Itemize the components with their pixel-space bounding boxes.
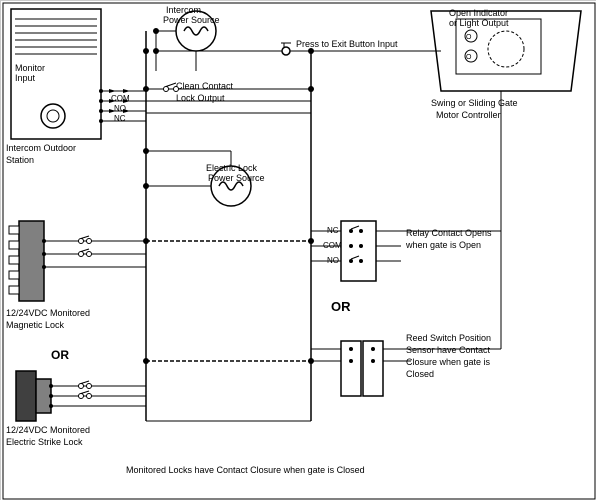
svg-text:OR: OR: [51, 348, 69, 362]
svg-text:Closed: Closed: [406, 369, 434, 379]
svg-text:Reed Switch Position: Reed Switch Position: [406, 333, 491, 343]
svg-text:NC: NC: [114, 114, 126, 123]
svg-text:Input: Input: [15, 73, 36, 83]
svg-text:Power Source: Power Source: [163, 15, 220, 25]
svg-text:or Light Output: or Light Output: [449, 18, 509, 28]
wiring-diagram: Monitor Input Intercom Outdoor Station: [0, 0, 596, 500]
svg-text:Open Indicator: Open Indicator: [449, 8, 508, 18]
svg-text:OR: OR: [331, 299, 351, 314]
svg-text:12/24VDC Monitored: 12/24VDC Monitored: [6, 425, 90, 435]
svg-text:Swing or Sliding Gate: Swing or Sliding Gate: [431, 98, 518, 108]
svg-text:Intercom Outdoor: Intercom Outdoor: [6, 143, 76, 153]
svg-text:Magnetic Lock: Magnetic Lock: [6, 320, 65, 330]
svg-text:Monitored Locks have Contact C: Monitored Locks have Contact Closure whe…: [126, 465, 365, 475]
svg-text:Power Source: Power Source: [208, 173, 265, 183]
svg-text:Electric Lock: Electric Lock: [206, 163, 258, 173]
svg-text:Sensor have Contact: Sensor have Contact: [406, 345, 491, 355]
svg-text:Monitor: Monitor: [15, 63, 45, 73]
svg-text:Press to Exit Button Input: Press to Exit Button Input: [296, 39, 398, 49]
svg-text:NO: NO: [114, 104, 126, 113]
svg-text:when gate is Open: when gate is Open: [405, 240, 481, 250]
svg-text:O: O: [466, 34, 472, 41]
svg-text:COM: COM: [111, 94, 130, 103]
svg-text:Station: Station: [6, 155, 34, 165]
svg-text:Relay Contact Opens: Relay Contact Opens: [406, 228, 492, 238]
svg-text:Closure when gate is: Closure when gate is: [406, 357, 491, 367]
svg-text:12/24VDC Monitored: 12/24VDC Monitored: [6, 308, 90, 318]
svg-text:Electric Strike Lock: Electric Strike Lock: [6, 437, 83, 447]
svg-text:O: O: [466, 54, 472, 61]
svg-text:Intercom: Intercom: [166, 5, 201, 15]
svg-text:Motor Controller: Motor Controller: [436, 110, 501, 120]
